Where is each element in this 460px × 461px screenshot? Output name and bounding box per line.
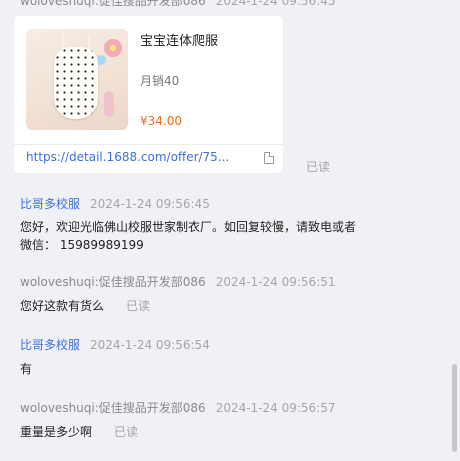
sender-name: woloveshuqi:促佳搜品开发部086 (20, 0, 206, 8)
product-price: ¥34.00 (140, 114, 182, 128)
scrollbar-thumb[interactable] (452, 364, 457, 452)
product-image[interactable] (26, 29, 128, 130)
product-link[interactable]: https://detail.1688.com/offer/75... (26, 150, 246, 164)
sender-name: woloveshuqi:促佳搜品开发部086 (20, 275, 206, 289)
romper-strap (88, 35, 90, 49)
message-header: woloveshuqi:促佳搜品开发部086 2024-1-24 09:56:51 (20, 273, 336, 290)
sender-name: woloveshuqi:促佳搜品开发部086 (20, 401, 206, 415)
message-time: 2024-1-24 09:56:54 (90, 338, 210, 352)
product-card[interactable]: 宝宝连体爬服 月销40 ¥34.00 https://detail.1688.c… (14, 16, 283, 173)
message-text: 您好，欢迎光临佛山校服世家制衣厂。如回复较慢，请致电或者 (20, 220, 357, 234)
flower-decoration (104, 39, 122, 57)
copy-link-icon[interactable] (264, 152, 274, 164)
message-row: 重量是多少啊 已读 (20, 423, 138, 441)
message-text: 您好这款有货么 (20, 299, 105, 313)
message-header: 比哥多校服 2024-1-24 09:56:54 (20, 336, 210, 353)
message-text: 微信： 15989989199 (20, 238, 144, 252)
message-row: 您好这款有货么 已读 (20, 297, 150, 315)
toy-decoration (104, 91, 114, 117)
message-text: 有 (20, 362, 33, 376)
chat-history[interactable]: woloveshuqi:促佳搜品开发部086 2024-1-24 09:56:45… (0, 0, 460, 461)
read-status: 已读 (114, 425, 139, 439)
romper-garment (54, 47, 98, 119)
monthly-sales: 月销40 (140, 74, 180, 88)
message-header: 比哥多校服 2024-1-24 09:56:45 (20, 195, 210, 212)
card-divider (14, 144, 283, 145)
sender-name[interactable]: 比哥多校服 (20, 338, 80, 352)
message-header: woloveshuqi:促佳搜品开发部086 2024-1-24 09:56:45 (20, 0, 336, 9)
sender-name[interactable]: 比哥多校服 (20, 197, 80, 211)
message-header: woloveshuqi:促佳搜品开发部086 2024-1-24 09:56:57 (20, 399, 336, 416)
message-time: 2024-1-24 09:56:45 (215, 0, 336, 8)
message-time: 2024-1-24 09:56:45 (90, 197, 210, 211)
read-status: 已读 (306, 160, 331, 174)
message-time: 2024-1-24 09:56:51 (215, 275, 336, 289)
message-time: 2024-1-24 09:56:57 (215, 401, 336, 415)
read-status: 已读 (126, 299, 151, 313)
message-text: 重量是多少啊 (20, 425, 93, 439)
romper-strap (62, 35, 64, 49)
product-title[interactable]: 宝宝连体爬服 (140, 30, 218, 49)
